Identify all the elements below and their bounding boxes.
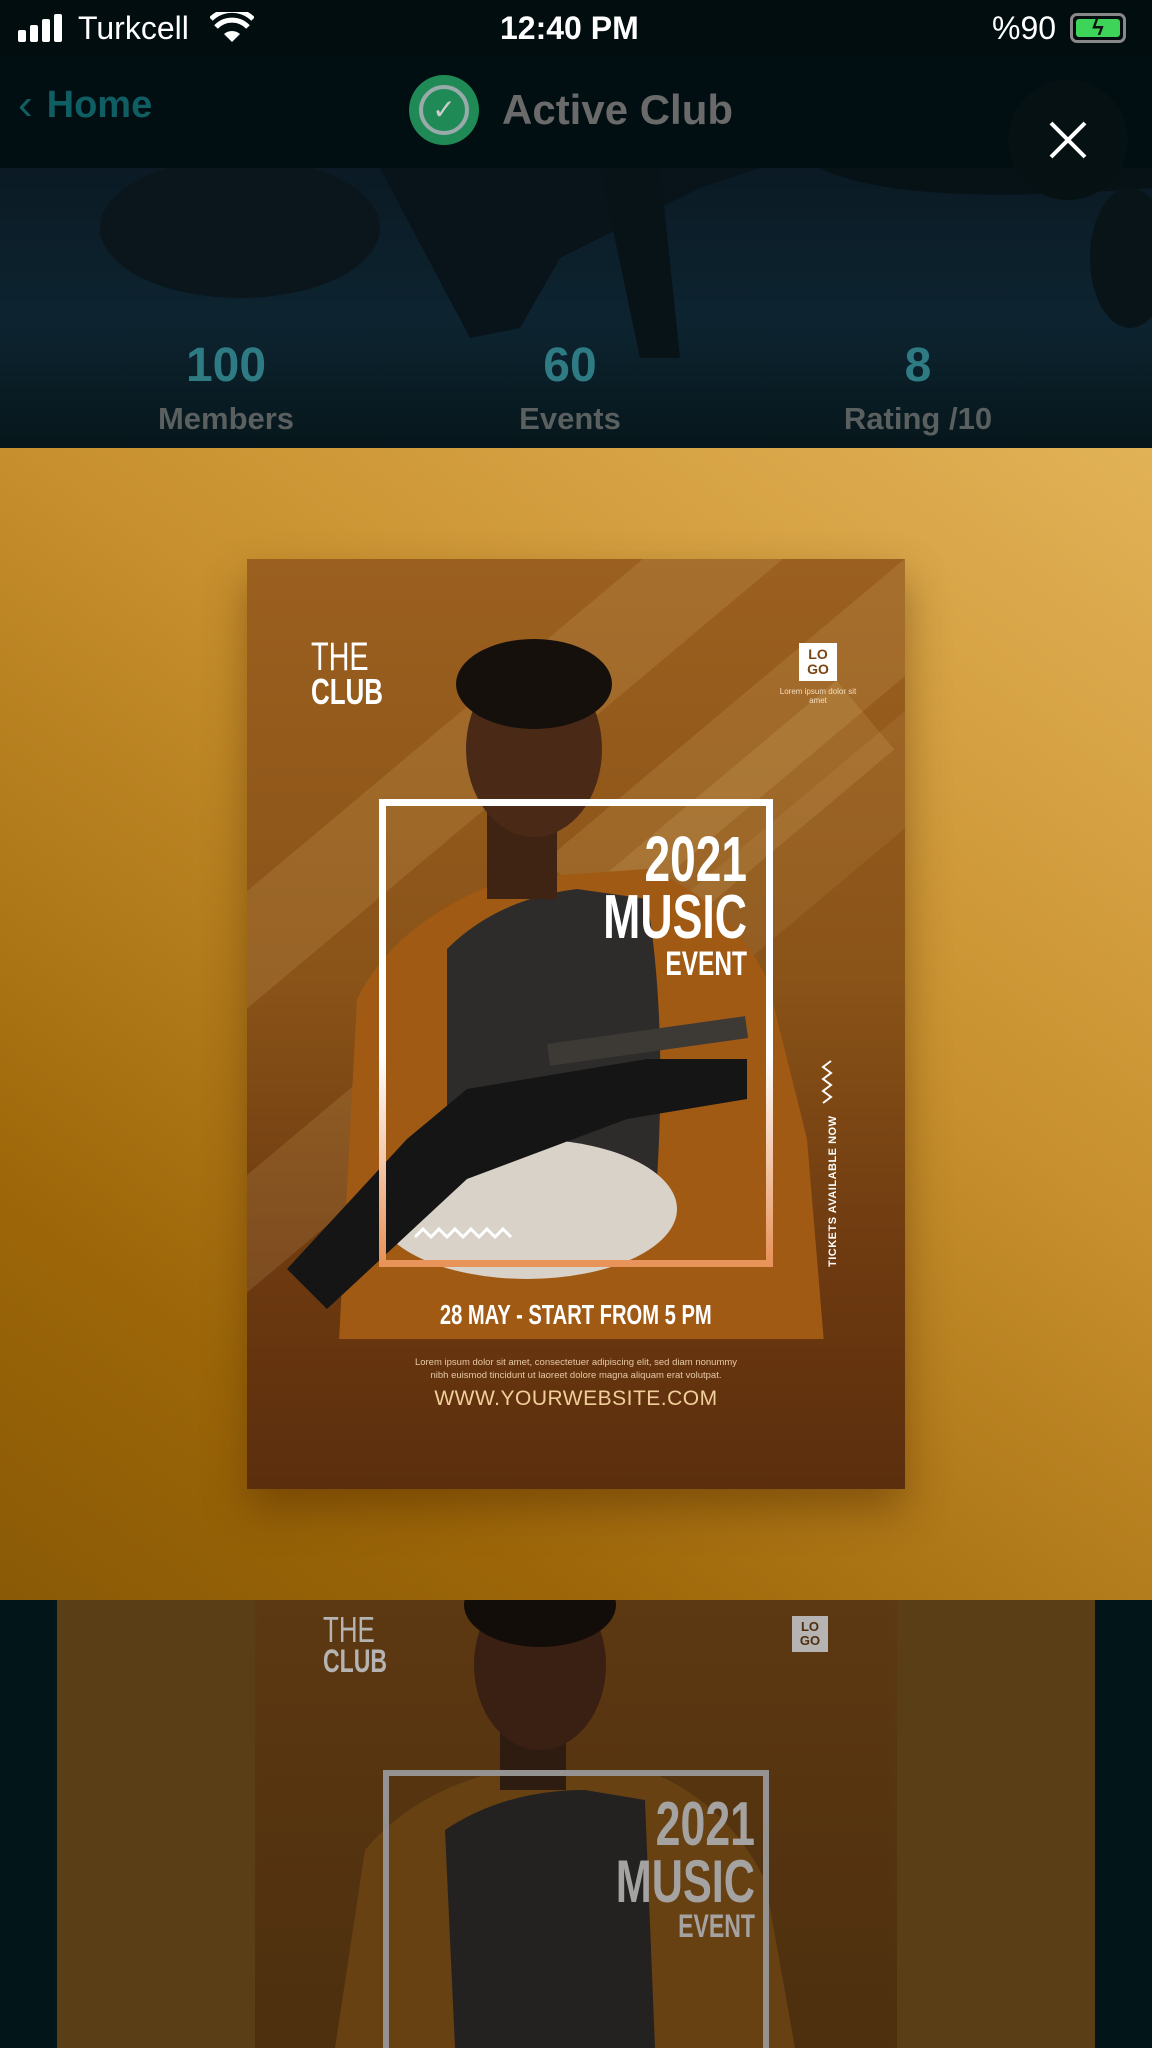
tickets-side-text: TICKETS AVAILABLE NOW (827, 1115, 839, 1267)
verified-check-icon: ✓ (409, 75, 479, 145)
back-label: Home (46, 83, 153, 126)
stat-events: 60 Events (420, 338, 720, 437)
signal-icon (18, 14, 66, 42)
background-image-preview: THE CLUB LO GO 2021 MUSIC EVENT (57, 1600, 1095, 2048)
page-title: Active Club (502, 86, 734, 133)
body-line: Lorem ipsum dolor sit amet, consectetuer… (414, 1357, 738, 1368)
headline-text: MUSIC (615, 1848, 755, 1915)
event-date: 28 MAY - START FROM 5 PM (247, 1299, 905, 1331)
poster-website: WWW.YOURWEBSITE.COM (434, 1387, 718, 1410)
event-poster: THE CLUB LO GO Lorem ipsum dolor sit amet… (247, 559, 905, 1489)
subheadline-text: EVENT (665, 945, 747, 983)
body-line: nibh euismod tincidunt ut laoreet dolore… (430, 1370, 722, 1381)
stat-label: Events (519, 401, 621, 436)
subheadline-text: EVENT (678, 1908, 755, 1944)
date-text: 28 MAY - START FROM 5 PM (440, 1299, 712, 1330)
wave-vertical-icon (821, 1060, 833, 1104)
poster-body-text: Lorem ipsum dolor sit amet, consectetuer… (247, 1356, 905, 1382)
poster-headline: 2021 MUSIC EVENT (545, 1790, 755, 1944)
event-image-viewer[interactable]: THE CLUB LO GO Lorem ipsum dolor sit amet… (0, 448, 1152, 1600)
stat-value: 60 (543, 339, 597, 392)
stat-label: Members (157, 401, 295, 436)
wifi-icon (210, 12, 254, 42)
year-text: 2021 (644, 823, 747, 895)
navigation-bar: ‹ Home ✓ Active Club (0, 58, 1152, 168)
headline-text: MUSIC (603, 883, 747, 952)
chevron-left-icon: ‹ (18, 80, 33, 129)
stat-value: 100 (185, 339, 267, 392)
back-button[interactable]: ‹ Home (18, 80, 152, 130)
battery-charging-icon: ϟ (1070, 13, 1126, 43)
poster-headline: 2021 MUSIC EVENT (547, 823, 747, 983)
battery-percent: %90 (992, 10, 1057, 46)
year-text: 2021 (655, 1790, 755, 1859)
stat-label: Rating /10 (843, 401, 993, 436)
close-button[interactable] (1008, 80, 1128, 200)
wave-decoration-icon (413, 1226, 513, 1240)
club-header: 100 Members 60 Events 8 Rating /10 (0, 168, 1152, 448)
stat-members: 100 Members (76, 338, 376, 437)
clock: 12:40 PM (500, 10, 639, 46)
stat-value: 8 (904, 339, 932, 392)
stat-rating: 8 Rating /10 (768, 338, 1068, 437)
status-bar: Turkcell 12:40 PM %90 ϟ (0, 0, 1152, 58)
close-icon (1049, 121, 1087, 159)
carrier-label: Turkcell (78, 10, 189, 46)
faded-poster: THE CLUB LO GO 2021 MUSIC EVENT (255, 1600, 897, 2048)
